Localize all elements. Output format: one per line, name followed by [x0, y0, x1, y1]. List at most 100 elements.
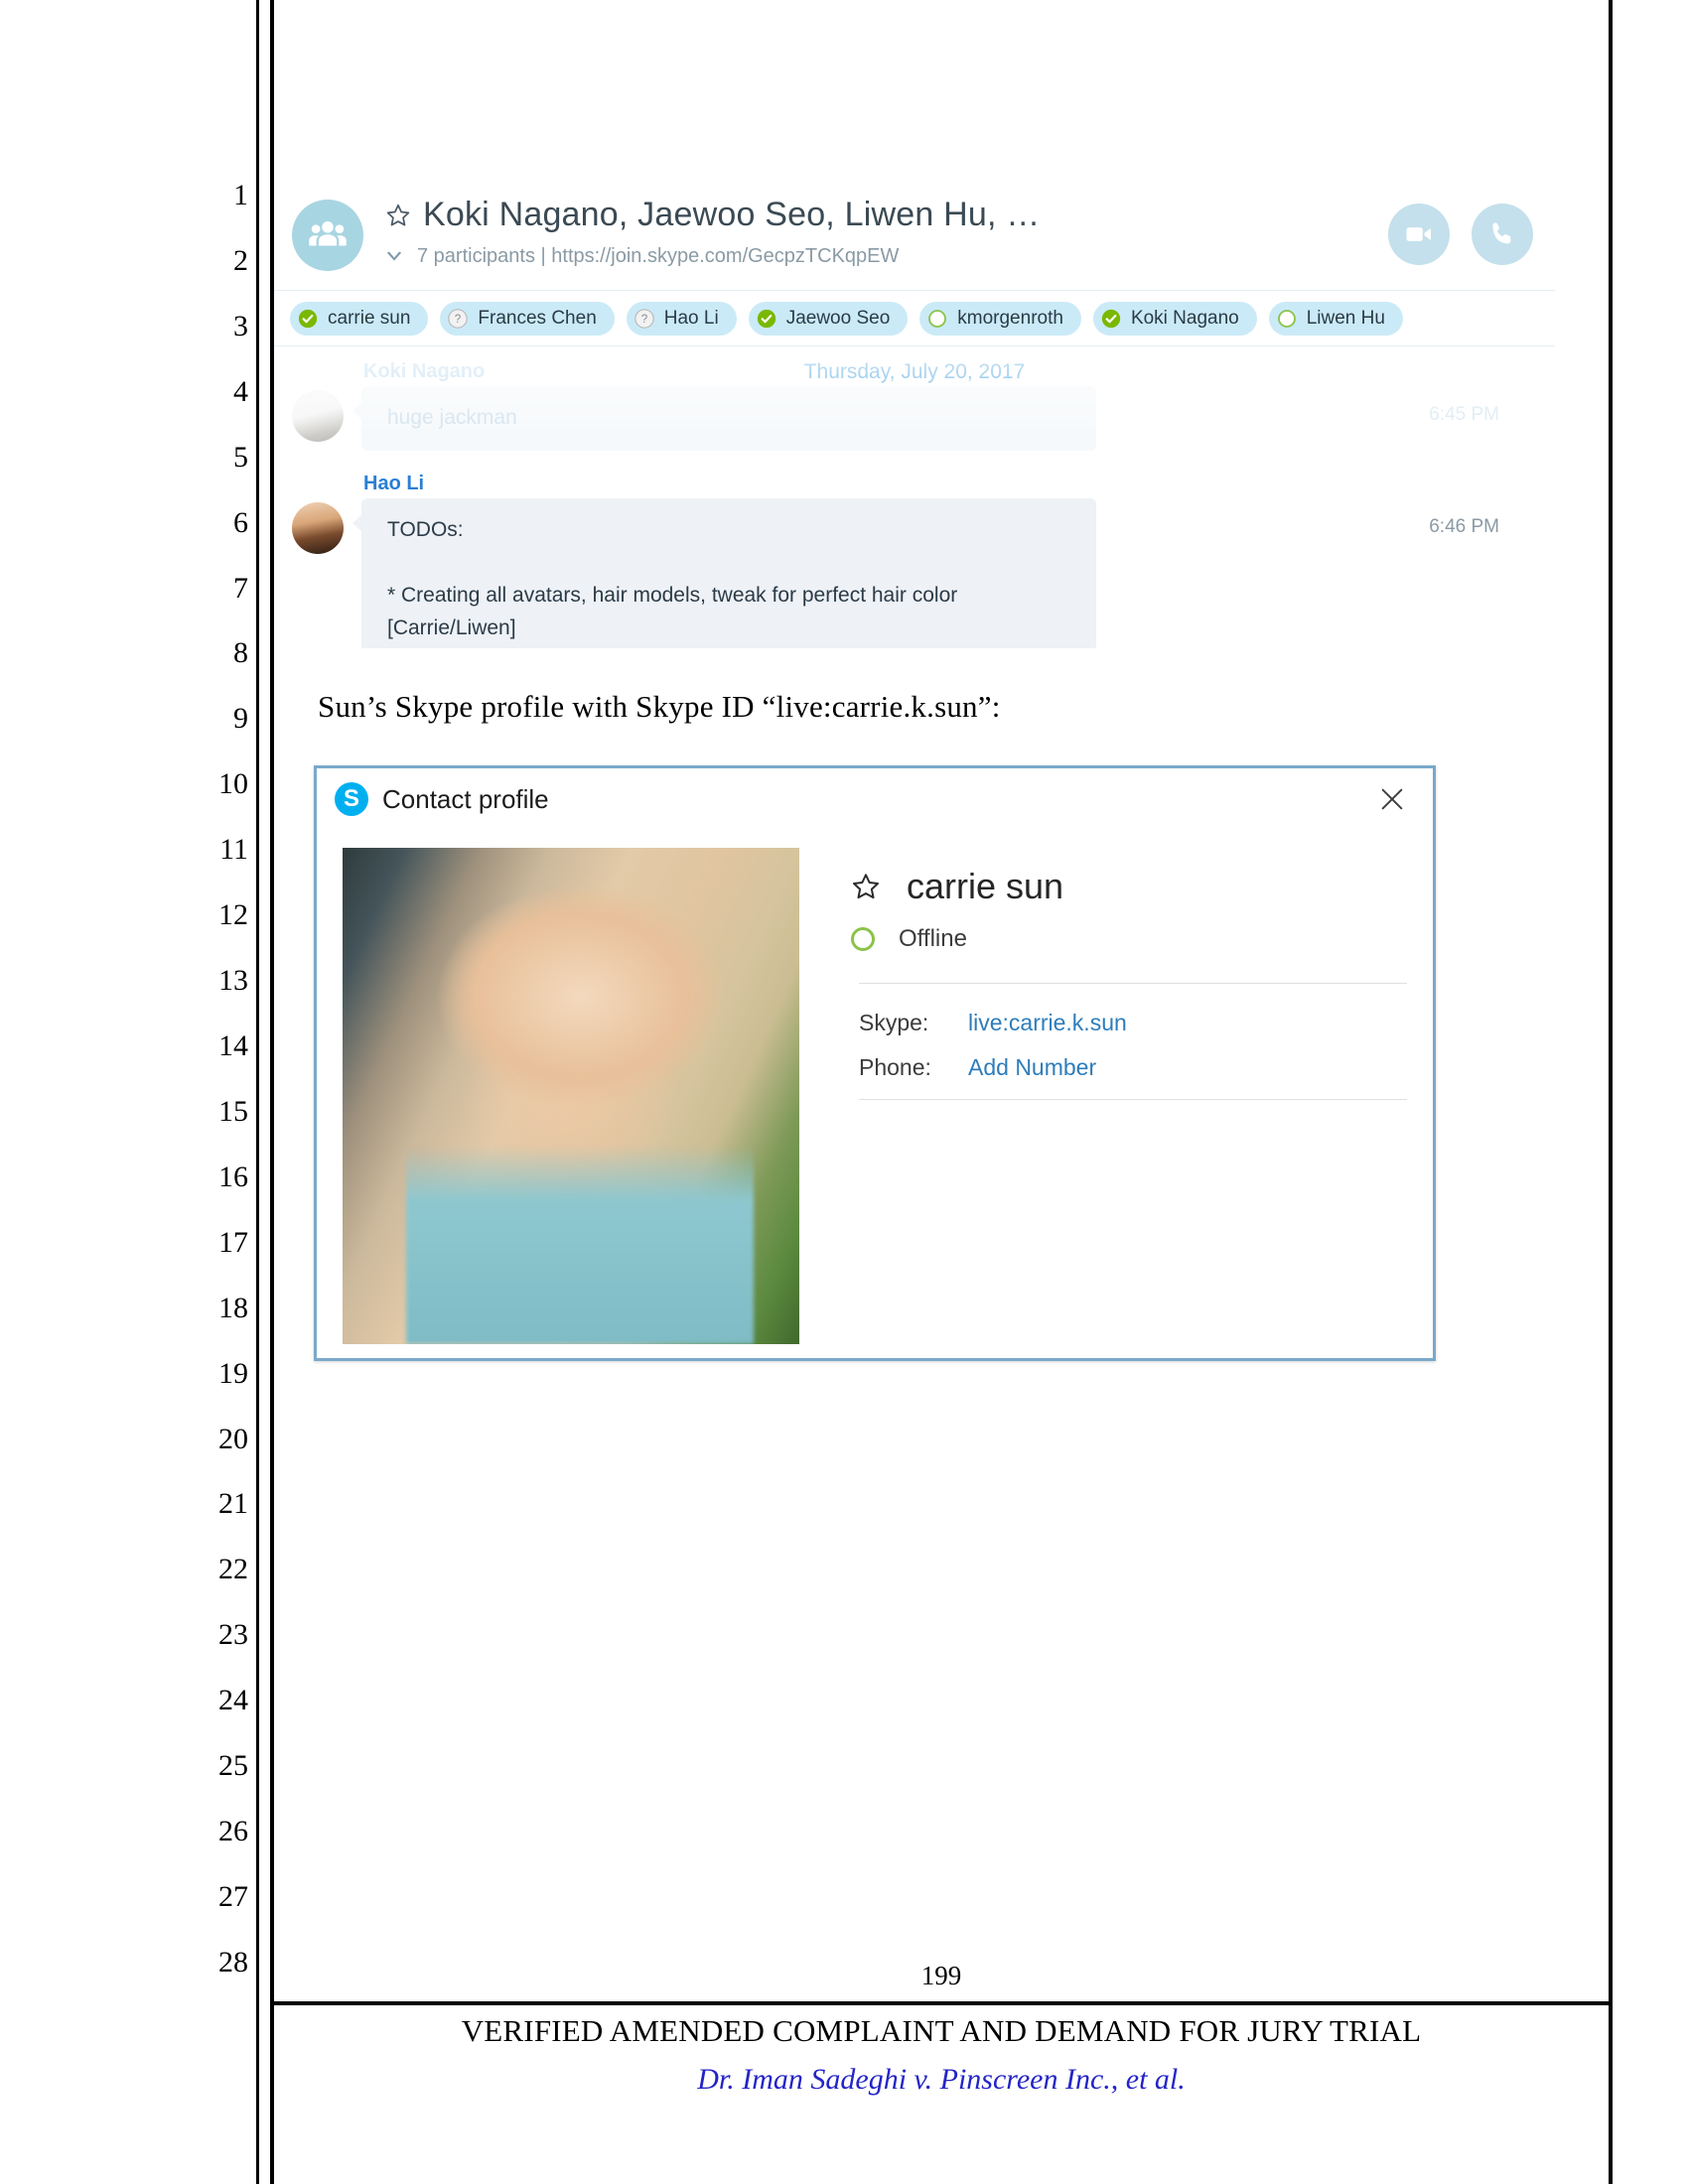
contact-profile-photo: [343, 848, 799, 1344]
message-list: Thursday, July 20, 2017 Koki Nagano huge…: [274, 346, 1555, 648]
video-camera-icon: [1404, 219, 1434, 249]
participant-chip-koki-nagano[interactable]: Koki Nagano: [1093, 302, 1257, 336]
left-margin-rule-outer: [256, 0, 259, 2184]
page-content: Koki Nagano, Jaewoo Seo, Liwen Hu, … 7 p…: [274, 0, 1609, 2184]
message-hao-li: Hao Li TODOs: * Creating all avatars, ha…: [274, 465, 1555, 648]
field-label: Skype:: [859, 1010, 968, 1036]
ring-circle-icon: [927, 309, 947, 329]
conversation-title-row: Koki Nagano, Jaewoo Seo, Liwen Hu, …: [385, 196, 1040, 234]
conversation-subtitle: 7 participants | https://join.skype.com/…: [417, 245, 899, 268]
add-number-link[interactable]: Add Number: [968, 1054, 1096, 1081]
skype-logo-letter: S: [344, 787, 359, 811]
message-author: Koki Nagano: [363, 356, 1555, 386]
field-label: Phone:: [859, 1054, 968, 1081]
avatar: [292, 502, 344, 554]
participant-chip-carrie-sun[interactable]: carrie sun: [290, 302, 428, 336]
page-number: 199: [274, 1961, 1609, 1991]
participant-name: kmorgenroth: [957, 308, 1063, 330]
line-number: 15: [218, 1097, 248, 1127]
svg-text:?: ?: [641, 313, 648, 326]
message-koki-nagano: Koki Nagano huge jackman 6:45 PM: [274, 352, 1555, 451]
participant-name: carrie sun: [328, 308, 410, 330]
group-people-icon: [292, 200, 363, 271]
participant-name: Hao Li: [664, 308, 719, 330]
message-author: Hao Li: [363, 469, 1555, 498]
avatar: [292, 390, 344, 442]
line-number: 28: [218, 1948, 248, 1978]
skype-conversation-screenshot: Koki Nagano, Jaewoo Seo, Liwen Hu, … 7 p…: [274, 182, 1555, 648]
star-outline-icon[interactable]: [851, 872, 881, 901]
question-circle-icon: ?: [634, 309, 654, 329]
contact-presence-label: Offline: [899, 925, 967, 953]
line-number: 3: [233, 312, 248, 341]
line-number: 17: [218, 1228, 248, 1258]
message-text-line1: TODOs:: [387, 514, 1070, 547]
phone-icon: [1487, 219, 1517, 249]
close-button[interactable]: [1373, 780, 1411, 818]
call-buttons: [1388, 204, 1533, 265]
line-number: 9: [233, 704, 248, 734]
contact-profile-info: carrie sun Offline Skype: live:carrie.k.…: [799, 848, 1407, 1344]
line-number: 5: [233, 443, 248, 473]
check-circle-icon: [298, 309, 318, 329]
line-number: 16: [218, 1162, 248, 1192]
line-number: 26: [218, 1817, 248, 1846]
contact-display-name: carrie sun: [907, 866, 1063, 907]
line-number: 8: [233, 638, 248, 668]
line-number: 1: [233, 181, 248, 210]
message-bubble: TODOs: * Creating all avatars, hair mode…: [361, 498, 1096, 648]
line-number: 21: [218, 1489, 248, 1519]
divider: [859, 1099, 1407, 1100]
svg-text:?: ?: [455, 313, 462, 326]
line-number: 4: [233, 377, 248, 407]
message-text: huge jackman: [387, 402, 1070, 435]
audio-call-button[interactable]: [1472, 204, 1533, 265]
figure-caption: Sun’s Skype profile with Skype ID “live:…: [318, 689, 1001, 725]
message-text-line3: [Carrie/Liwen]: [387, 613, 1070, 645]
line-number: 13: [218, 966, 248, 996]
participant-name: Frances Chen: [478, 308, 596, 330]
line-number: 27: [218, 1882, 248, 1912]
footer-case-name: Dr. Iman Sadeghi v. Pinscreen Inc., et a…: [274, 2063, 1609, 2097]
line-number: 19: [218, 1359, 248, 1389]
ring-circle-icon: [851, 927, 875, 951]
check-circle-icon: [757, 309, 776, 329]
line-number: 18: [218, 1294, 248, 1323]
line-number: 11: [219, 835, 248, 865]
contact-profile-dialog: S Contact profile: [314, 765, 1436, 1361]
contact-field-phone: Phone: Add Number: [859, 1054, 1407, 1081]
participant-chip-hao-li[interactable]: ? Hao Li: [627, 302, 737, 336]
participant-chip-liwen-hu[interactable]: Liwen Hu: [1269, 302, 1403, 336]
message-timestamp: 6:45 PM: [1429, 404, 1499, 426]
skype-logo-icon: S: [335, 782, 368, 816]
participant-name: Koki Nagano: [1131, 308, 1239, 330]
line-number: 7: [233, 574, 248, 604]
participant-chip-kmorgenroth[interactable]: kmorgenroth: [919, 302, 1081, 336]
participant-chip-frances-chen[interactable]: ? Frances Chen: [440, 302, 614, 336]
dialog-body: carrie sun Offline Skype: live:carrie.k.…: [317, 830, 1433, 1344]
conversation-header: Koki Nagano, Jaewoo Seo, Liwen Hu, … 7 p…: [274, 182, 1555, 291]
chevron-down-icon[interactable]: [385, 250, 403, 264]
line-number-gutter: 1 2 3 4 5 6 7 8 9 10 11 12 13 14 15 16 1…: [189, 181, 248, 1978]
conversation-title: Koki Nagano, Jaewoo Seo, Liwen Hu, …: [423, 196, 1040, 234]
star-outline-icon[interactable]: [385, 203, 411, 228]
message-bubble: huge jackman: [361, 386, 1096, 451]
contact-presence-row: Offline: [851, 925, 1407, 953]
line-number: 25: [218, 1751, 248, 1781]
line-number: 12: [218, 900, 248, 930]
right-margin-rule: [1609, 0, 1613, 2184]
field-value-skype-id[interactable]: live:carrie.k.sun: [968, 1010, 1127, 1036]
ring-circle-icon: [1277, 309, 1297, 329]
contact-field-skype: Skype: live:carrie.k.sun: [859, 1010, 1407, 1036]
contact-name-row: carrie sun: [851, 866, 1407, 907]
line-number: 24: [218, 1686, 248, 1715]
line-number: 6: [233, 508, 248, 538]
video-call-button[interactable]: [1388, 204, 1450, 265]
conversation-subtitle-row: 7 participants | https://join.skype.com/…: [385, 245, 899, 268]
participant-chip-jaewoo-seo[interactable]: Jaewoo Seo: [749, 302, 909, 336]
message-text-line2: * Creating all avatars, hair models, twe…: [387, 580, 1070, 613]
line-number: 23: [218, 1620, 248, 1650]
question-circle-icon: ?: [448, 309, 468, 329]
line-number: 22: [218, 1555, 248, 1584]
participant-name: Liwen Hu: [1307, 308, 1385, 330]
